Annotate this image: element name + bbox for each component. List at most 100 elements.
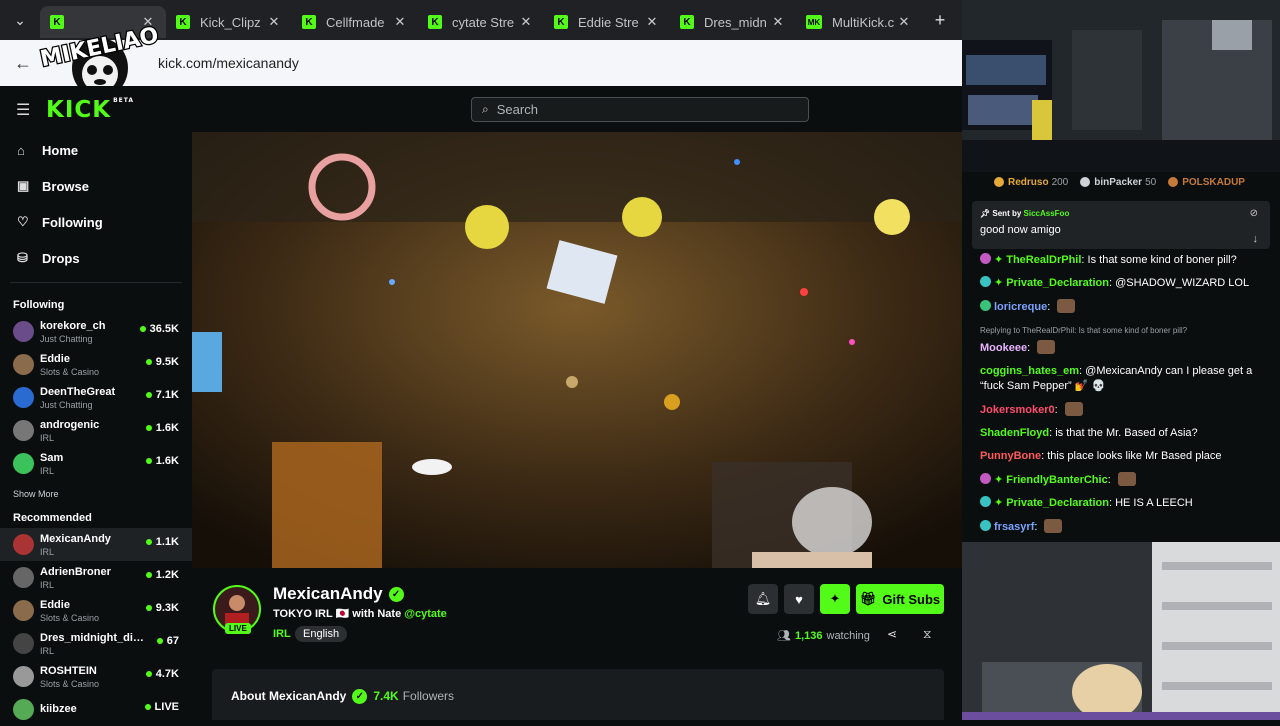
tab-multikick[interactable]: MK MultiKick.c ✕	[796, 6, 922, 38]
search-input[interactable]	[496, 102, 777, 117]
sidebar-channel[interactable]: Dres_midnight_diner IRL 67	[0, 627, 192, 660]
sidebar-channel[interactable]: MexicanAndy IRL 1.1K	[0, 528, 192, 561]
gift-subs-button[interactable]: 🎁︎ Gift Subs	[856, 584, 944, 614]
chat-username[interactable]: FriendlyBanterChic	[1006, 474, 1107, 486]
sidebar: ⌂ Home ▣ Browse ♡ Following ⛁ Drops Followin…	[0, 132, 192, 720]
nav-browse[interactable]: ▣ Browse	[0, 168, 192, 204]
search-box[interactable]: ⌕	[471, 97, 809, 122]
close-icon[interactable]: ✕	[644, 14, 660, 30]
tab-title: Dres_midn	[704, 14, 767, 30]
sidebar-channel[interactable]: androgenic IRL 1.6K	[0, 414, 192, 447]
tab-cellfmade[interactable]: K Cellfmade ✕	[292, 6, 418, 38]
leaderboard-entry[interactable]: POLSKADUP	[1168, 177, 1248, 188]
sidebar-channel[interactable]: korekore_ch Just Chatting 36.5K	[0, 315, 192, 348]
chat-emote-icon	[1064, 402, 1083, 416]
channel-viewer-count: 9.5K	[145, 356, 179, 368]
kick-logo-text: KICK	[46, 97, 112, 123]
sidebar-channel[interactable]: Eddie Slots & Casino 9.3K	[0, 594, 192, 627]
tab-kick-clipz[interactable]: K Kick_Clipz ✕	[166, 6, 292, 38]
kick-logo[interactable]: KICK BETA	[46, 97, 134, 123]
tab-cytate[interactable]: K cytate Stre ✕	[418, 6, 544, 38]
url-text[interactable]: kick.com/mexicanandy	[158, 55, 299, 71]
chat-username[interactable]: Mookeee	[980, 342, 1027, 354]
chat-username[interactable]: ShadenFloyd	[980, 427, 1049, 439]
chat-username[interactable]: Private_Declaration	[1006, 497, 1109, 509]
pinned-sent-by: 📌︎ Sent by SiccAssFoo	[980, 209, 1070, 218]
leaderboard-count: 200	[1051, 176, 1069, 188]
leaderboard-entry[interactable]: Redruso 200	[994, 177, 1068, 188]
close-icon[interactable]: ✕	[896, 14, 912, 30]
chat-username[interactable]: coggins_hates_em	[980, 365, 1079, 377]
chat-username[interactable]: Private_Declaration	[1006, 277, 1109, 289]
close-icon[interactable]: ✕	[392, 14, 408, 30]
channel-category: Just Chatting	[40, 399, 93, 410]
close-icon[interactable]: ✕	[518, 14, 534, 30]
drops-icon: ⛁	[17, 250, 28, 265]
kick-favicon-icon: K	[680, 15, 694, 29]
channel-viewer-count: 7.1K	[145, 389, 179, 401]
hamburger-menu-icon[interactable]: ☰	[16, 100, 30, 120]
sidebar-channel[interactable]: kiibzee LIVE	[0, 693, 192, 726]
pinned-message[interactable]: 📌︎ Sent by SiccAssFoo good now amigo ⊘ ↓	[972, 201, 1270, 249]
channel-category: IRL	[40, 645, 55, 656]
primary-nav: ⌂ Home ▣ Browse ♡ Following ⛁ Drops	[0, 132, 192, 276]
clip-icon[interactable]: ⧖	[923, 627, 931, 642]
reply-preview[interactable]: Replying to TheRealDrPhil: Is that some …	[980, 323, 1270, 338]
follow-button[interactable]: ♥	[784, 584, 814, 614]
share-icon[interactable]: ⋖	[887, 627, 897, 641]
webcam-top-feed	[962, 0, 1280, 172]
video-player[interactable]	[192, 132, 962, 568]
leaderboard-user: Redruso	[1008, 176, 1049, 188]
unpin-icon[interactable]: ⊘	[1250, 208, 1258, 219]
subscriber-badge-icon	[980, 300, 991, 311]
sidebar-channel[interactable]: Eddie Slots & Casino 9.5K	[0, 348, 192, 381]
following-section-title: Following	[13, 299, 65, 311]
sidebar-channel[interactable]: Sam IRL 1.6K	[0, 447, 192, 480]
multikick-favicon-icon: MK	[806, 15, 822, 29]
sparkle-badge-icon: ✦	[994, 497, 1004, 509]
gift-icon: 🎁︎	[859, 591, 877, 606]
nav-following[interactable]: ♡ Following	[0, 204, 192, 240]
channel-avatar	[13, 354, 34, 375]
nav-home[interactable]: ⌂ Home	[0, 132, 192, 168]
sparkle-badge-icon: ✦	[994, 474, 1004, 486]
notifications-button[interactable]: 🔔︎	[748, 584, 778, 614]
nav-drops[interactable]: ⛁ Drops	[0, 240, 192, 276]
channel-name: DeenTheGreat	[40, 385, 116, 398]
subscriber-badge-icon	[980, 496, 991, 507]
chat-text: is that the Mr. Based of Asia?	[1055, 427, 1198, 439]
tab-eddie[interactable]: K Eddie Stre ✕	[544, 6, 670, 38]
pinned-user[interactable]: SiccAssFoo	[1024, 209, 1070, 218]
close-icon[interactable]: ✕	[770, 14, 786, 30]
expand-arrow-icon[interactable]: ↓	[1253, 233, 1259, 245]
leaderboard-entry[interactable]: binPacker 50	[1080, 177, 1156, 188]
sidebar-channel[interactable]: ROSHTEIN Slots & Casino 4.7K	[0, 660, 192, 693]
category-tag[interactable]: IRL	[273, 628, 291, 640]
channel-avatar	[13, 567, 34, 588]
kick-favicon-icon: K	[176, 15, 190, 29]
chat-username[interactable]: loricreque	[994, 301, 1047, 313]
subscriber-badge-icon	[980, 473, 991, 484]
new-tab-icon[interactable]: +	[922, 10, 958, 31]
show-more-link[interactable]: Show More	[0, 480, 192, 508]
recommended-list: MexicanAndy IRL 1.1K AdrienBroner IRL 1.2K Edd…	[0, 528, 192, 726]
live-dot-icon	[145, 425, 152, 431]
chat-username[interactable]: Jokersmoker0	[980, 404, 1055, 416]
chat-emote-icon	[1117, 472, 1136, 486]
live-dot-icon	[145, 605, 152, 611]
tab-title: Cellfmade	[326, 14, 385, 30]
chat-username[interactable]: TheRealDrPhil	[1006, 254, 1081, 266]
streamer-name[interactable]: MexicanAndy ✓	[273, 584, 404, 604]
sidebar-channel[interactable]: AdrienBroner IRL 1.2K	[0, 561, 192, 594]
tab-dres-midnight[interactable]: K Dres_midn ✕	[670, 6, 796, 38]
live-dot-icon	[145, 392, 152, 398]
kick-logo-beta: BETA	[113, 97, 135, 104]
stream-title-mention[interactable]: @cytate	[404, 608, 447, 620]
sidebar-channel[interactable]: DeenTheGreat Just Chatting 7.1K	[0, 381, 192, 414]
chat-username[interactable]: frsasyrf	[994, 521, 1034, 533]
close-icon[interactable]: ✕	[266, 14, 282, 30]
chat-username[interactable]: PunnyBone	[980, 450, 1041, 462]
channel-category: IRL	[40, 579, 55, 590]
language-tag[interactable]: English	[295, 626, 348, 642]
kicks-button[interactable]: ✦	[820, 584, 850, 614]
